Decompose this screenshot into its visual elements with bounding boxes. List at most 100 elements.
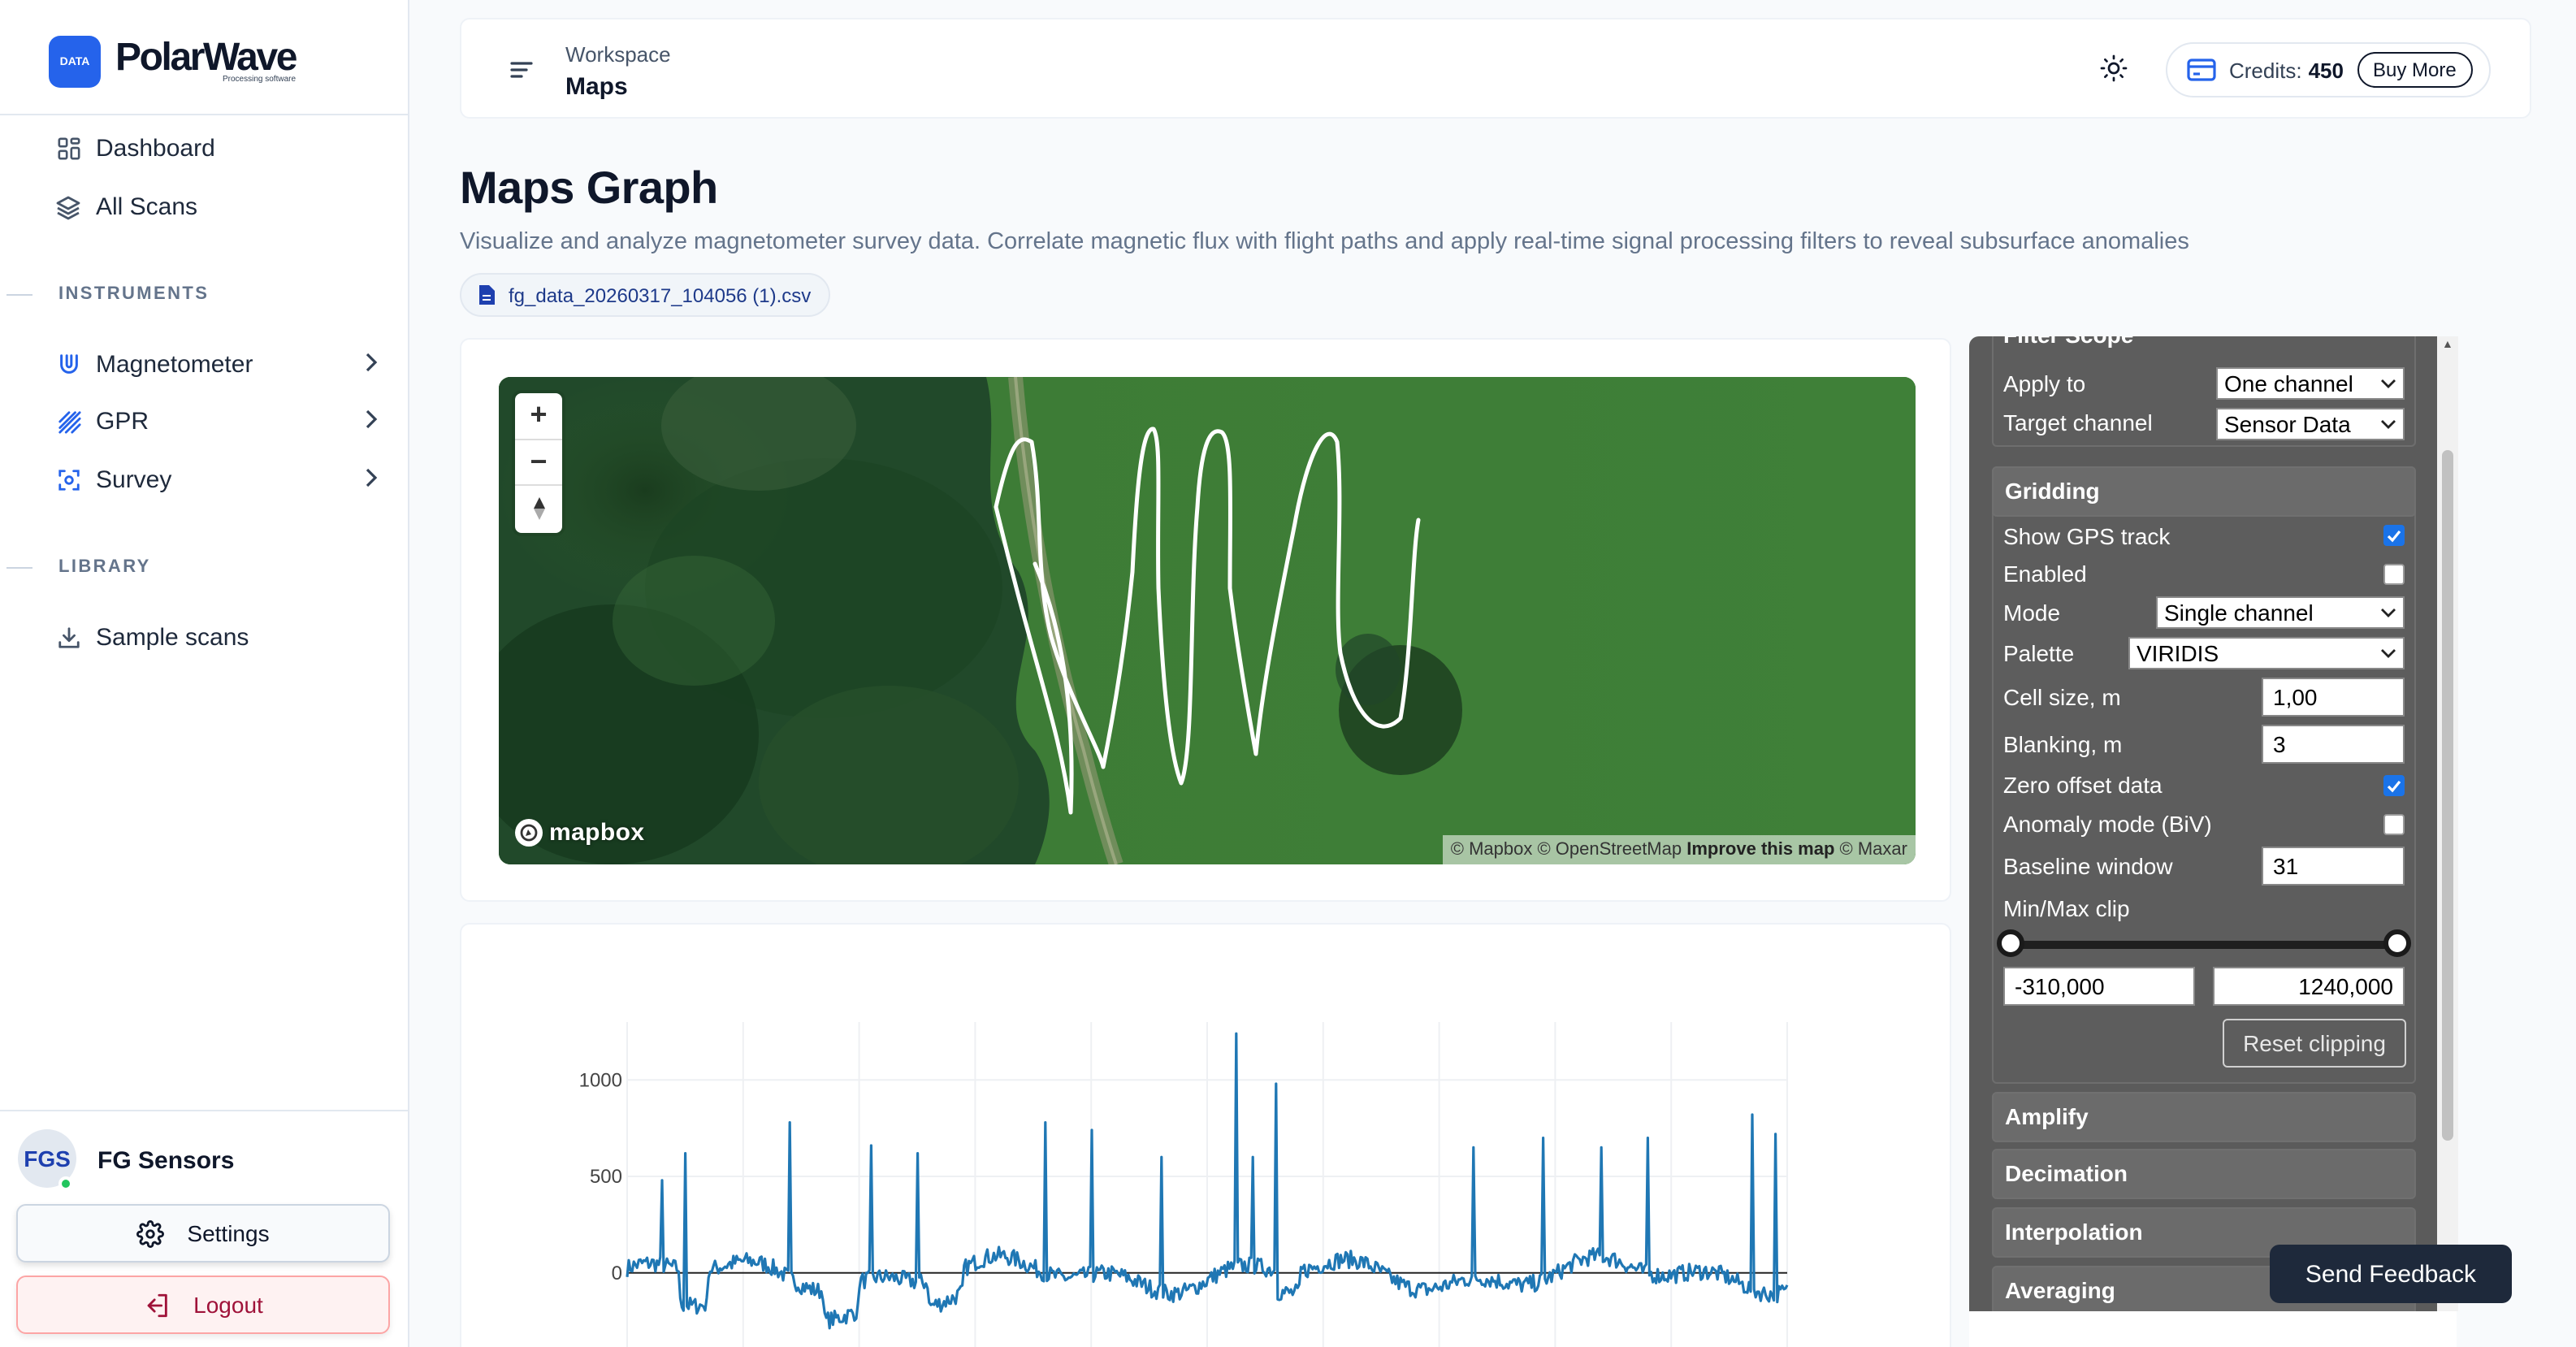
amplify-header[interactable]: Amplify xyxy=(1992,1092,2416,1142)
clip-max-handle[interactable] xyxy=(2383,929,2411,957)
send-feedback-button[interactable]: Send Feedback xyxy=(2270,1245,2512,1303)
app-logo[interactable]: DATA PolarWave Processing software xyxy=(49,36,297,88)
sidebar-item-label: Magnetometer xyxy=(96,351,253,379)
scan-icon xyxy=(55,467,81,493)
buy-more-button[interactable]: Buy More xyxy=(2357,52,2473,88)
attribution-mapbox[interactable]: © Mapbox xyxy=(1451,840,1533,860)
panel-scrollbar[interactable]: ▲ xyxy=(2437,336,2458,1311)
baseline-window-input[interactable]: 31 xyxy=(2262,847,2405,886)
filter-panel: Filter Scope Apply to One channel Target… xyxy=(1969,336,2457,1311)
palette-select[interactable]: VIRIDIS xyxy=(2128,637,2405,669)
grid-icon xyxy=(55,136,81,162)
chevron-right-icon xyxy=(361,351,380,379)
logout-icon xyxy=(143,1291,171,1319)
show-gps-label: Show GPS track xyxy=(2003,523,2171,549)
cell-size-input[interactable]: 1,00 xyxy=(2262,678,2405,717)
mode-select[interactable]: Single channel xyxy=(2156,596,2405,629)
section-title-instruments: INSTRUMENTS xyxy=(58,284,210,304)
page-description: Visualize and analyze magnetometer surve… xyxy=(460,229,2189,255)
gpr-icon xyxy=(55,409,81,435)
chevron-down-icon xyxy=(2380,604,2396,622)
logout-button[interactable]: Logout xyxy=(16,1276,390,1334)
map-zoom-controls: + − xyxy=(515,393,562,533)
map-imagery xyxy=(499,377,1916,864)
sidebar-item-magnetometer[interactable]: Magnetometer xyxy=(55,351,380,379)
breadcrumb-parent[interactable]: Workspace xyxy=(565,42,671,67)
sidebar-item-label: Survey xyxy=(96,466,172,494)
zero-offset-label: Zero offset data xyxy=(2003,772,2163,798)
credit-card-icon xyxy=(2187,58,2216,81)
chevron-right-icon xyxy=(361,408,380,435)
map-card: + − mapbox © Mapbox © OpenStreetMap Impr… xyxy=(460,338,1951,902)
chevron-down-icon xyxy=(2380,644,2396,662)
menu-icon[interactable] xyxy=(510,58,533,88)
chevron-down-icon xyxy=(2380,375,2396,392)
clip-slider-track[interactable] xyxy=(2010,941,2400,949)
sidebar-item-label: Dashboard xyxy=(96,135,215,162)
magnet-icon xyxy=(55,352,81,378)
filter-scope-title: Filter Scope xyxy=(2003,336,2133,348)
decimation-header[interactable]: Decimation xyxy=(1992,1149,2416,1199)
logout-label: Logout xyxy=(193,1292,263,1318)
clip-min-input[interactable]: -310,000 xyxy=(2003,967,2195,1006)
sidebar-item-label: Sample scans xyxy=(96,624,249,652)
scroll-up-icon[interactable]: ▲ xyxy=(2442,340,2453,351)
anomaly-mode-checkbox[interactable] xyxy=(2383,814,2405,835)
chart-card: 0 500 1000 xyxy=(460,923,1951,1347)
attribution-maxar[interactable]: © Maxar xyxy=(1840,840,1907,860)
zero-offset-checkbox[interactable] xyxy=(2383,775,2405,796)
compass-button[interactable] xyxy=(515,486,562,532)
gear-icon xyxy=(136,1219,165,1247)
mode-label: Mode xyxy=(2003,600,2061,626)
file-chip[interactable]: fg_data_20260317_104056 (1).csv xyxy=(460,273,831,317)
palette-label: Palette xyxy=(2003,640,2075,666)
blanking-input[interactable]: 3 xyxy=(2262,725,2405,764)
enabled-checkbox[interactable] xyxy=(2383,564,2405,585)
zoom-in-button[interactable]: + xyxy=(515,393,562,440)
map-attribution: © Mapbox © OpenStreetMap Improve this ma… xyxy=(1442,835,1916,864)
chevron-down-icon xyxy=(2380,415,2396,433)
sidebar-item-all-scans[interactable]: All Scans xyxy=(55,193,380,221)
scrollbar-thumb[interactable] xyxy=(2442,450,2453,1141)
reset-clipping-button[interactable]: Reset clipping xyxy=(2223,1019,2406,1068)
clip-max-input[interactable]: 1240,000 xyxy=(2213,967,2405,1006)
y-axis-ticks: 0 500 1000 xyxy=(579,1069,622,1284)
sun-icon[interactable] xyxy=(2099,54,2128,91)
min-max-clip-label: Min/Max clip xyxy=(2003,895,2130,921)
attribution-osm[interactable]: © OpenStreetMap xyxy=(1537,840,1682,860)
palette-value: VIRIDIS xyxy=(2137,640,2219,666)
apply-to-select[interactable]: One channel xyxy=(2216,367,2405,400)
signal-chart[interactable]: 0 500 1000 xyxy=(461,925,1951,1347)
satellite-map[interactable]: + − mapbox © Mapbox © OpenStreetMap Impr… xyxy=(499,377,1916,864)
sidebar: DATA PolarWave Processing software Dashb… xyxy=(0,0,409,1347)
sidebar-item-dashboard[interactable]: Dashboard xyxy=(55,135,380,162)
mapbox-icon xyxy=(515,819,543,847)
sidebar-item-label: GPR xyxy=(96,408,149,435)
target-channel-select[interactable]: Sensor Data xyxy=(2216,408,2405,440)
sidebar-item-gpr[interactable]: GPR xyxy=(55,408,380,435)
online-status-dot xyxy=(58,1176,73,1191)
sidebar-item-label: All Scans xyxy=(96,193,198,221)
mapbox-logo-text: mapbox xyxy=(549,819,645,847)
blanking-label: Blanking, m xyxy=(2003,731,2123,757)
cell-size-label: Cell size, m xyxy=(2003,684,2121,710)
anomaly-mode-label: Anomaly mode (BiV) xyxy=(2003,811,2212,837)
target-channel-value: Sensor Data xyxy=(2224,411,2351,437)
user-name: FG Sensors xyxy=(97,1147,235,1175)
chart-grid xyxy=(626,1022,1788,1347)
zoom-out-button[interactable]: − xyxy=(515,440,562,487)
page-title: Maps Graph xyxy=(460,162,718,213)
improve-map-link[interactable]: Improve this map xyxy=(1686,840,1834,860)
gridding-header[interactable]: Gridding xyxy=(1992,466,2416,517)
enabled-label: Enabled xyxy=(2003,561,2087,587)
clip-min-handle[interactable] xyxy=(1997,929,2024,957)
y-tick-label: 0 xyxy=(612,1263,622,1284)
settings-button[interactable]: Settings xyxy=(16,1204,390,1263)
mapbox-logo[interactable]: mapbox xyxy=(515,819,644,847)
show-gps-checkbox[interactable] xyxy=(2383,525,2405,546)
target-channel-label: Target channel xyxy=(2003,409,2153,435)
credits-pill: Credits: 450 Buy More xyxy=(2166,42,2491,97)
sidebar-item-survey[interactable]: Survey xyxy=(55,466,380,494)
section-title-library: LIBRARY xyxy=(58,557,151,577)
sidebar-item-sample-scans[interactable]: Sample scans xyxy=(55,624,380,652)
